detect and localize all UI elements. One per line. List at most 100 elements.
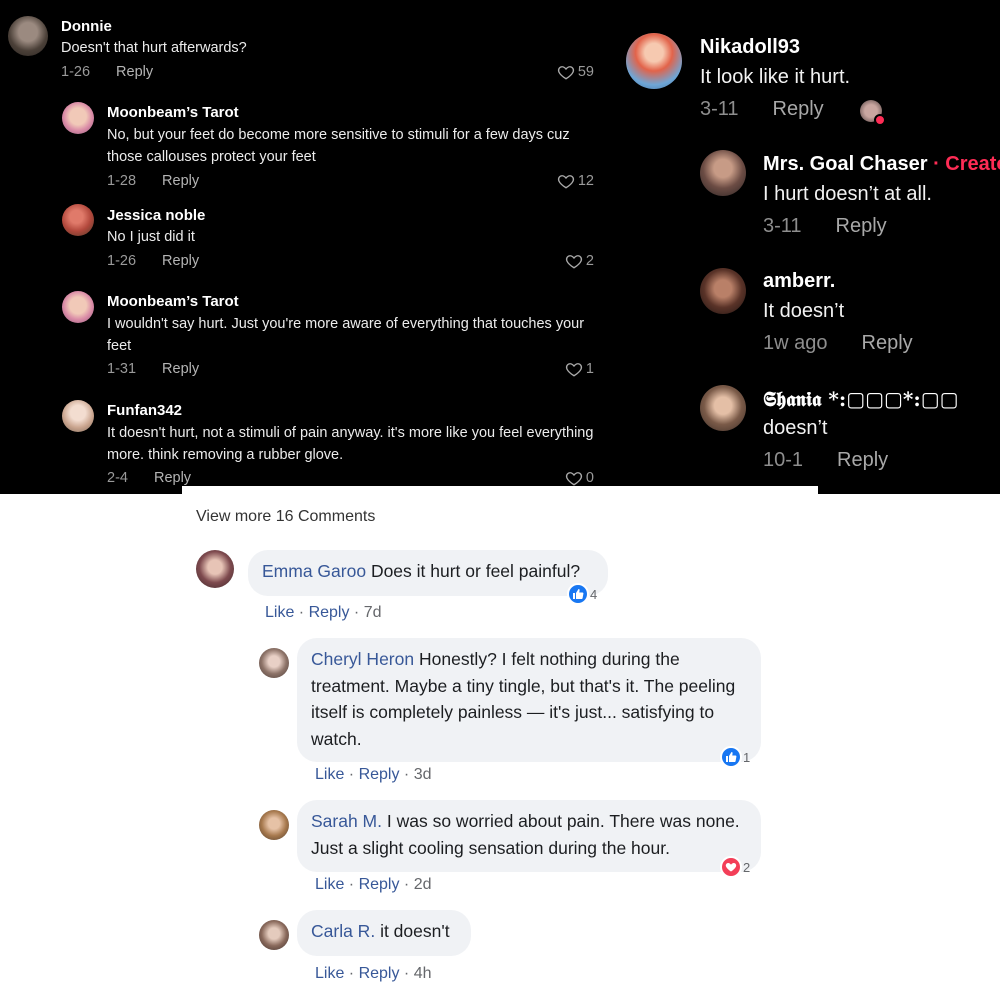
avatar[interactable]	[259, 648, 289, 678]
reaction-summary[interactable]: 1	[720, 746, 750, 768]
comment-meta: 2-4 Reply	[107, 470, 191, 486]
like-count: 1	[585, 361, 594, 377]
comment-author[interactable]: amberr.	[763, 270, 835, 293]
comment-time[interactable]: 3d	[414, 766, 432, 783]
reply-button[interactable]: Reply	[309, 604, 350, 621]
comment-author[interactable]: Carla R.	[311, 921, 375, 941]
like-button[interactable]: 1	[564, 360, 594, 378]
comment-author[interactable]: Cheryl Heron	[311, 649, 414, 669]
reply-button[interactable]: Reply	[162, 361, 199, 377]
separator-dot: ·	[344, 876, 359, 893]
separator-dot: ·	[399, 965, 414, 982]
heart-outline-icon	[565, 472, 582, 486]
separator-dot: ·	[344, 766, 359, 783]
like-button[interactable]: Like	[265, 604, 294, 621]
creator-badge: · Creato	[933, 153, 1000, 175]
comment-date: 3-11	[700, 98, 739, 120]
comment-text: I hurt doesn’t at all.	[763, 183, 932, 205]
avatar[interactable]	[62, 102, 94, 134]
comment-time[interactable]: 7d	[364, 604, 382, 621]
comment-author[interactable]: Sarah M.	[311, 811, 382, 831]
reply-button[interactable]: Reply	[162, 173, 199, 189]
avatar[interactable]	[259, 920, 289, 950]
comment-date: 10-1	[763, 449, 804, 471]
separator-dot: ·	[399, 766, 414, 783]
reaction-summary[interactable]: 4	[567, 583, 597, 605]
like-button[interactable]: 2	[564, 252, 594, 270]
separator-dot: ·	[399, 876, 414, 893]
avatar[interactable]	[8, 16, 48, 56]
like-count: 12	[577, 173, 594, 189]
avatar[interactable]	[62, 400, 94, 432]
comment-actions: Like · Reply · 7d	[265, 604, 382, 622]
left-dark-comment-panel: Donnie Doesn't that hurt afterwards? 1-2…	[0, 0, 610, 494]
avatar[interactable]	[626, 33, 682, 89]
separator-dot: ·	[294, 604, 309, 621]
avatar[interactable]	[700, 268, 746, 314]
like-button[interactable]: Like	[315, 965, 344, 982]
like-button[interactable]: 12	[556, 172, 594, 190]
heart-outline-icon	[565, 363, 582, 377]
comment-actions: Like · Reply · 4h	[315, 965, 432, 983]
comment-date: 1w ago	[763, 332, 828, 354]
comment-text: It doesn't hurt, not a stimuli of pain a…	[107, 425, 594, 463]
comment-author[interactable]: Mrs. Goal Chaser · Creato	[763, 153, 1000, 176]
comment-author[interactable]: Jessica noble	[107, 207, 205, 224]
comment-text: It look like it hurt.	[700, 66, 851, 88]
reply-button[interactable]: Reply	[359, 766, 400, 783]
avatar[interactable]	[700, 150, 746, 196]
heart-outline-icon	[557, 175, 574, 189]
like-count: 59	[577, 64, 594, 80]
reply-button[interactable]: Reply	[154, 470, 191, 486]
separator-dot: ·	[344, 965, 359, 982]
comment-author[interactable]: Funfan342	[107, 402, 182, 419]
like-reaction-icon	[567, 583, 589, 605]
comment-time[interactable]: 2d	[414, 876, 432, 893]
comment-meta: 1-26 Reply	[61, 64, 153, 80]
like-button[interactable]: 0	[564, 469, 594, 487]
reply-button[interactable]: Reply	[836, 215, 887, 237]
comment-meta: 1-31 Reply	[107, 361, 199, 377]
reaction-count: 4	[590, 586, 598, 602]
reply-button[interactable]: Reply	[359, 965, 400, 982]
comment-date: 1-31	[107, 361, 137, 377]
like-count: 0	[585, 470, 594, 486]
reply-button[interactable]: Reply	[773, 98, 824, 120]
comment-author[interactable]: Donnie	[61, 18, 112, 35]
avatar[interactable]	[196, 550, 234, 588]
like-button[interactable]: Like	[315, 766, 344, 783]
reaction-summary[interactable]: 2	[720, 856, 750, 878]
comment-text: Does it hurt or feel painful?	[370, 561, 581, 581]
comment-author[interactable]: Moonbeam’s Tarot	[107, 104, 239, 121]
right-dark-comment-panel: Nikadoll93 It look like it hurt. 3-11 Rep…	[610, 0, 1000, 494]
reply-button[interactable]: Reply	[162, 253, 199, 269]
avatar[interactable]	[62, 291, 94, 323]
heart-outline-icon	[557, 66, 574, 80]
comment-author[interactable]: Nikadoll93	[700, 36, 800, 59]
comment-author[interactable]: Emma Garoo	[262, 561, 366, 581]
reply-button[interactable]: Reply	[837, 449, 888, 471]
reply-button[interactable]: Reply	[359, 876, 400, 893]
view-more-comments-link[interactable]: View more 16 Comments	[196, 508, 375, 526]
reply-button[interactable]: Reply	[116, 64, 153, 80]
comment-author[interactable]: 𝕾𝖍𝖆𝖓𝖎𝖆 *:▢▢▢*:▢▢	[763, 387, 959, 411]
like-button[interactable]: Like	[315, 876, 344, 893]
comment-actions: Like · Reply · 3d	[315, 766, 432, 784]
comment-author[interactable]: Moonbeam’s Tarot	[107, 293, 239, 310]
avatar[interactable]	[62, 204, 94, 236]
avatar[interactable]	[700, 385, 746, 431]
comment-text: It doesn’t	[763, 300, 845, 322]
comment-time[interactable]: 4h	[414, 965, 432, 982]
comment-date: 1-28	[107, 173, 137, 189]
comment-date: 1-26	[107, 253, 137, 269]
comment-meta: 3-11 Reply	[700, 98, 824, 121]
separator-dot: ·	[349, 604, 364, 621]
heart-outline-icon	[565, 255, 582, 269]
comment-date: 1-26	[61, 64, 91, 80]
avatar[interactable]	[259, 810, 289, 840]
comment-bubble: Cheryl Heron Honestly? I felt nothing du…	[297, 638, 761, 762]
like-button[interactable]: 59	[556, 63, 594, 81]
author-name[interactable]: Mrs. Goal Chaser	[763, 153, 928, 175]
comment-meta: 3-11 Reply	[763, 215, 887, 238]
reply-button[interactable]: Reply	[862, 332, 913, 354]
